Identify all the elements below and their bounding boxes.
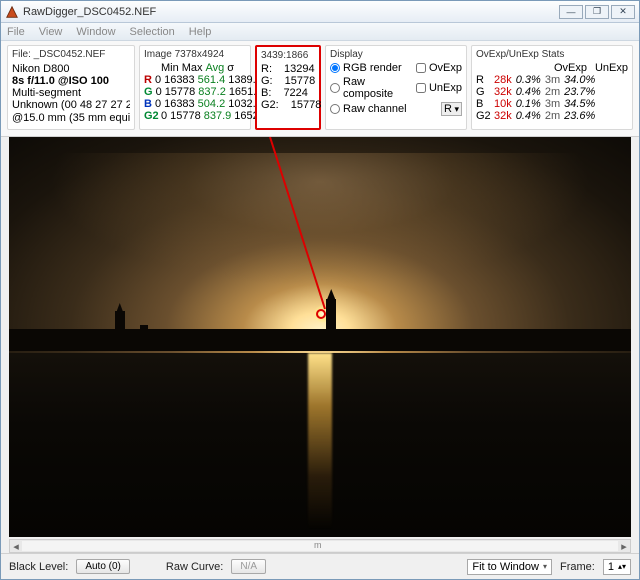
ovexp-row-r: R28k 0.3% 3m 34.0% [476, 74, 628, 86]
camera-model: Nikon D800 [12, 63, 130, 75]
ovexp-check-1[interactable] [416, 63, 426, 73]
scroll-track[interactable]: m [22, 541, 618, 551]
file-title: File: _DSC0452.NEF [12, 49, 130, 61]
pixel-b: B: 7224 [261, 87, 315, 99]
menu-help[interactable]: Help [189, 26, 212, 38]
scroll-right-icon[interactable]: ▸ [618, 540, 630, 553]
bottom-bar: Black Level: Auto (0) Raw Curve: N/A Fit… [1, 553, 639, 579]
photo-tower [115, 311, 125, 351]
menu-window[interactable]: Window [76, 26, 115, 38]
raw-curve-label: Raw Curve: [166, 561, 223, 573]
menu-file[interactable]: File [7, 26, 25, 38]
window-title: RawDigger_DSC0452.NEF [23, 6, 559, 18]
pixel-g: G: 15778 [261, 75, 315, 87]
image-wrap: ◂ m ▸ [1, 137, 639, 553]
image-stats-group: Image 7378x4924 Min Max Avg σ R0 16383 5… [139, 45, 251, 130]
focal-line: @15.0 mm (35 mm equivalent: 15 EXIF [12, 111, 130, 125]
raw-curve-button[interactable]: N/A [231, 559, 266, 574]
raw-channel-label: Raw channel [343, 103, 407, 115]
frame-spinner[interactable]: 1▴▾ [603, 559, 631, 575]
horizontal-scrollbar[interactable]: ◂ m ▸ [9, 539, 631, 553]
rgb-render-radio[interactable] [330, 63, 340, 73]
minimize-button[interactable]: — [559, 5, 583, 19]
stats-row-b: B0 16383 504.2 1032.4 [144, 98, 246, 110]
exposure-line: 8s f/11.0 @ISO 100 [12, 75, 130, 87]
unexp-check[interactable] [416, 83, 426, 93]
menu-view[interactable]: View [39, 26, 63, 38]
photo-bridge [395, 341, 619, 351]
photo-clouds [40, 153, 600, 297]
raw-channel-radio[interactable] [330, 104, 340, 114]
file-group: File: _DSC0452.NEF Nikon D800 8s f/11.0 … [7, 45, 135, 130]
auto-black-button[interactable]: Auto (0) [76, 559, 130, 574]
close-button[interactable]: ✕ [611, 5, 635, 19]
ovexp-row-b: B10k 0.1% 3m 34.5% [476, 98, 628, 110]
pixel-sample-group: 3439:1866 R: 13294 G: 15778 B: 7224 G2: … [255, 45, 321, 130]
image-viewport[interactable] [9, 137, 631, 537]
maximize-button[interactable]: ❐ [585, 5, 609, 19]
photo-tower [140, 325, 148, 351]
ovexp-title: OvExp/UnExp Stats [476, 49, 628, 60]
stats-header: Min Max Avg σ [144, 62, 246, 74]
stats-row-g: G0 15778 837.2 1651.8 [144, 86, 246, 98]
menu-selection[interactable]: Selection [130, 26, 175, 38]
pixel-coords: 3439:1866 [261, 50, 315, 61]
raw-composite-label: Raw composite [343, 76, 410, 100]
ovexp-row-g: G32k 0.4% 2m 23.7% [476, 86, 628, 98]
unexp-label: UnExp [429, 82, 462, 94]
photo-building [357, 337, 397, 351]
photo-reflection [308, 353, 332, 529]
photo-bigben [326, 299, 336, 351]
pixel-g2: G2: 15778 [261, 99, 315, 111]
rgb-render-label: RGB render [343, 62, 402, 74]
raw-composite-radio[interactable] [330, 83, 340, 93]
pixel-r: R: 13294 [261, 63, 315, 75]
app-window: RawDigger_DSC0452.NEF — ❐ ✕ File View Wi… [0, 0, 640, 580]
ovexp-row-g2: G232k 0.4% 2m 23.6% [476, 110, 628, 122]
scroll-left-icon[interactable]: ◂ [10, 540, 22, 553]
metering-mode: Multi-segment [12, 87, 130, 99]
frame-label: Frame: [560, 561, 595, 573]
image-stats-title: Image 7378x4924 [144, 49, 246, 60]
unknown-line: Unknown (00 48 27 27 24 24 00 00) [12, 99, 130, 111]
ovexp-stats-group: OvExp/UnExp Stats OvExpUnExp R28k 0.3% 3… [471, 45, 633, 130]
black-level-label: Black Level: [9, 561, 68, 573]
photo-tower [227, 329, 237, 351]
menubar: File View Window Selection Help [1, 23, 639, 41]
app-logo-icon [5, 5, 19, 19]
ovexp-header: OvExpUnExp [476, 62, 628, 74]
stats-row-r: R0 16383 561.4 1389.1 [144, 74, 246, 86]
window-controls: — ❐ ✕ [559, 5, 635, 19]
info-panel: File: _DSC0452.NEF Nikon D800 8s f/11.0 … [1, 41, 639, 137]
display-title: Display [330, 49, 462, 60]
zoom-select[interactable]: Fit to Window [467, 559, 552, 575]
ovexp-label-1: OvExp [429, 62, 462, 74]
display-group: Display RGB render OvExp Raw composite U… [325, 45, 467, 130]
channel-select[interactable]: R ▾ [441, 102, 462, 116]
titlebar: RawDigger_DSC0452.NEF — ❐ ✕ [1, 1, 639, 23]
stats-row-g2: G20 15778 837.9 1652.2 [144, 110, 246, 122]
